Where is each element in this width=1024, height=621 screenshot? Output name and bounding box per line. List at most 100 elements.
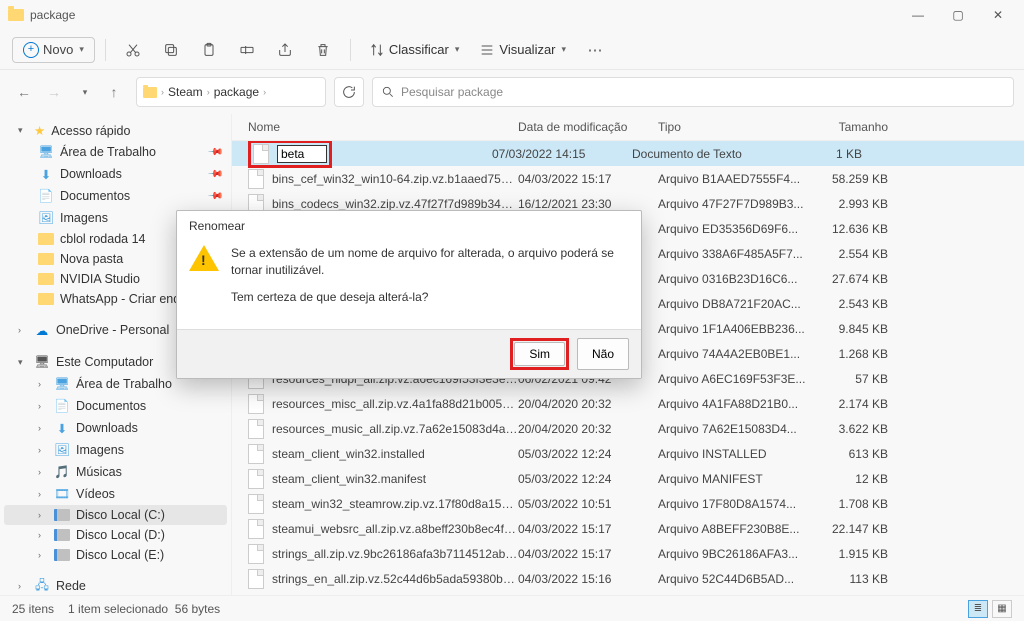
file-type: Arquivo 7A62E15083D4... [658,422,808,436]
file-date: 04/03/2022 15:17 [518,522,658,536]
file-icon [248,169,264,189]
folder-icon [38,233,54,245]
new-button[interactable]: + Novo ▾ [12,37,95,63]
folder-icon [38,253,54,265]
file-name: resources_misc_all.zip.vz.4a1fa88d21b005… [272,397,518,411]
pin-icon: 📌 [206,188,223,205]
file-date: 05/03/2022 10:51 [518,497,658,511]
file-size: 113 KB [808,572,888,586]
file-date: 05/03/2022 12:24 [518,447,658,461]
paste-button[interactable] [192,35,226,65]
file-size: 2.993 KB [808,197,888,211]
file-row[interactable]: strings_en_all.zip.vz.52c44d6b5ada59380b… [232,566,1024,591]
file-type: Arquivo 4A1FA88D21B0... [658,397,808,411]
sidebar-desktop[interactable]: 🖥Área de Trabalho📌 [4,141,227,163]
folder-icon [38,293,54,305]
view-button[interactable]: Visualizar ▾ [471,38,574,62]
sidebar-downloads[interactable]: ⬇Downloads📌 [4,163,227,185]
file-size: 12 KB [808,472,888,486]
crumb-current[interactable]: package [214,85,259,99]
sidebar-pc-images[interactable]: ›🖼Imagens [4,439,227,461]
status-item-count: 25 itens [12,602,54,616]
delete-button[interactable] [306,35,340,65]
file-icon [248,569,264,589]
file-type: Arquivo MANIFEST [658,472,808,486]
file-row[interactable]: resources_misc_all.zip.vz.4a1fa88d21b005… [232,391,1024,416]
rename-button[interactable] [230,35,264,65]
sidebar-pc-downloads[interactable]: ›⬇Downloads [4,417,227,439]
recent-button[interactable]: ▾ [70,78,98,106]
thumb-view-icon[interactable]: ▦ [992,600,1012,618]
file-icon [253,144,269,164]
file-name: steam_client_win32.installed [272,447,518,461]
search-input[interactable]: Pesquisar package [372,77,1014,107]
copy-button[interactable] [154,35,188,65]
plus-icon: + [23,42,39,58]
more-button[interactable]: ⋯ [578,35,612,65]
forward-button[interactable]: → [40,78,68,106]
file-size: 613 KB [808,447,888,461]
file-row[interactable]: 07/03/2022 14:15Documento de Texto1 KB [232,141,1024,166]
sidebar-documents[interactable]: 📄Documentos📌 [4,185,227,207]
disk-icon [54,509,70,521]
up-button[interactable]: ↑ [100,78,128,106]
file-name: strings_all.zip.vz.9bc26186afa3b7114512a… [272,547,518,561]
maximize-button[interactable]: ▢ [940,1,976,29]
file-icon [248,544,264,564]
close-button[interactable]: ✕ [980,1,1016,29]
crumb-parent[interactable]: Steam [168,85,203,99]
file-type: Arquivo 74A4A2EB0BE1... [658,347,808,361]
file-row[interactable]: steam_win32_steamrow.zip.vz.17f80d8a1574… [232,491,1024,516]
pin-icon: 📌 [206,144,223,161]
file-row[interactable]: steam_client_win32.manifest05/03/2022 12… [232,466,1024,491]
col-size[interactable]: Tamanho [808,120,888,134]
file-type: Arquivo B1AAED7555F4... [658,172,808,186]
rename-input[interactable] [277,145,327,163]
file-row[interactable]: strings_all.zip.vz.9bc26186afa3b7114512a… [232,541,1024,566]
file-date: 20/04/2020 20:32 [518,397,658,411]
disk-icon [54,529,70,541]
statusbar: 25 itens 1 item selecionado 56 bytes ≣ ▦ [0,595,1024,621]
file-name: strings_en_all.zip.vz.52c44d6b5ada59380b… [272,572,518,586]
sidebar-disk-c[interactable]: ›Disco Local (C:) [4,505,227,525]
refresh-button[interactable] [334,77,364,107]
file-size: 2.174 KB [808,397,888,411]
file-icon [248,444,264,464]
col-name[interactable]: Nome [248,120,518,134]
file-row[interactable]: steamui_websrc_all.zip.vz.a8beff230b8ec4… [232,516,1024,541]
file-size: 22.147 KB [808,522,888,536]
file-date: 05/03/2022 12:24 [518,472,658,486]
sidebar-disk-e[interactable]: ›Disco Local (E:) [4,545,227,565]
file-name: steam_client_win32.manifest [272,472,518,486]
file-size: 1.268 KB [808,347,888,361]
search-placeholder: Pesquisar package [401,85,503,99]
col-date[interactable]: Data de modificação [518,120,658,134]
file-row[interactable]: steam_client_win32.installed05/03/2022 1… [232,441,1024,466]
highlight-rename [248,141,332,168]
sidebar-quick-access[interactable]: ▾★Acesso rápido [4,120,227,141]
details-view-icon[interactable]: ≣ [968,600,988,618]
folder-icon [143,87,157,98]
disk-icon [54,549,70,561]
sidebar-network[interactable]: ›🖧Rede [4,575,227,595]
share-button[interactable] [268,35,302,65]
file-row[interactable]: resources_music_all.zip.vz.7a62e15083d4a… [232,416,1024,441]
sidebar-disk-d[interactable]: ›Disco Local (D:) [4,525,227,545]
sidebar-pc-videos[interactable]: ›🎞Vídeos [4,483,227,505]
file-icon [248,394,264,414]
dialog-message-2: Tem certeza de que deseja alterá-la? [231,289,629,306]
sidebar-pc-music[interactable]: ›🎵Músicas [4,461,227,483]
sidebar-pc-documents[interactable]: ›📄Documentos [4,395,227,417]
minimize-button[interactable]: ― [900,1,936,29]
col-type[interactable]: Tipo [658,120,808,134]
no-button[interactable]: Não [577,338,629,370]
back-button[interactable]: ← [10,78,38,106]
new-label: Novo [43,42,73,57]
yes-button[interactable]: Sim [514,342,565,366]
breadcrumb[interactable]: › Steam › package › [136,77,326,107]
cut-button[interactable] [116,35,150,65]
file-name: steamui_websrc_all.zip.vz.a8beff230b8ec4… [272,522,518,536]
sort-button[interactable]: Classificar ▾ [361,38,468,62]
file-row[interactable]: bins_cef_win32_win10-64.zip.vz.b1aaed755… [232,166,1024,191]
navbar: ← → ▾ ↑ › Steam › package › Pesquisar pa… [0,70,1024,114]
